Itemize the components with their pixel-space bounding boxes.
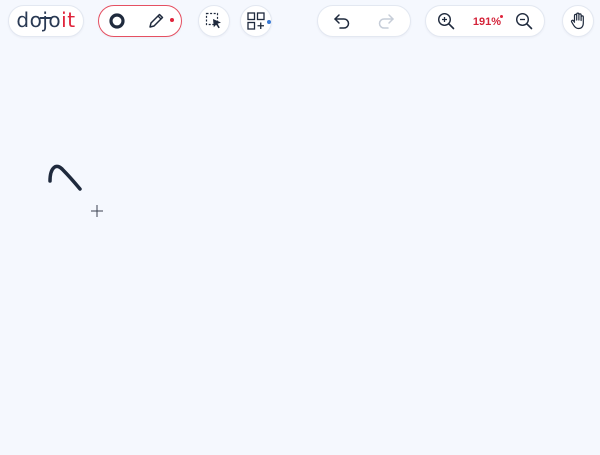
history-group	[317, 5, 411, 37]
pen-color-indicator	[170, 18, 174, 22]
zoom-in-button[interactable]	[432, 6, 460, 36]
zoom-out-icon	[515, 12, 533, 30]
select-tool-button[interactable]	[198, 5, 230, 37]
zoom-group: 191%	[425, 5, 545, 37]
pen-tool-group	[98, 5, 182, 37]
logo-wordmark-it: it	[61, 8, 76, 32]
logo-accent-bar	[40, 17, 52, 19]
selection-cursor-icon	[205, 12, 221, 29]
hand-icon	[570, 12, 584, 30]
redo-button[interactable]	[370, 6, 402, 36]
logo-wordmark: dojoit	[16, 10, 75, 30]
stroke-width-button[interactable]	[101, 6, 133, 35]
drawing-canvas[interactable]	[0, 46, 600, 450]
pan-tool-button[interactable]	[562, 5, 594, 37]
shapes-indicator-dot	[267, 20, 271, 24]
shapes-grid-icon	[247, 12, 265, 30]
zoom-level[interactable]: 191%	[470, 15, 504, 29]
logo: dojoit	[8, 5, 84, 37]
crosshair-cursor	[91, 205, 103, 217]
redo-icon	[378, 14, 394, 29]
ink-stroke[interactable]	[48, 164, 82, 191]
zoom-out-button[interactable]	[510, 6, 538, 36]
zoom-in-icon	[437, 12, 455, 30]
undo-icon	[334, 14, 350, 29]
ring-icon	[109, 12, 125, 29]
logo-wordmark-dojo: dojo	[16, 8, 62, 32]
shapes-tool-button[interactable]	[240, 5, 272, 37]
pencil-icon	[149, 13, 164, 28]
pen-tool-button[interactable]	[143, 6, 169, 35]
zoom-indicator-dot	[500, 15, 503, 18]
canvas-svg	[48, 164, 103, 217]
undo-button[interactable]	[326, 6, 358, 36]
